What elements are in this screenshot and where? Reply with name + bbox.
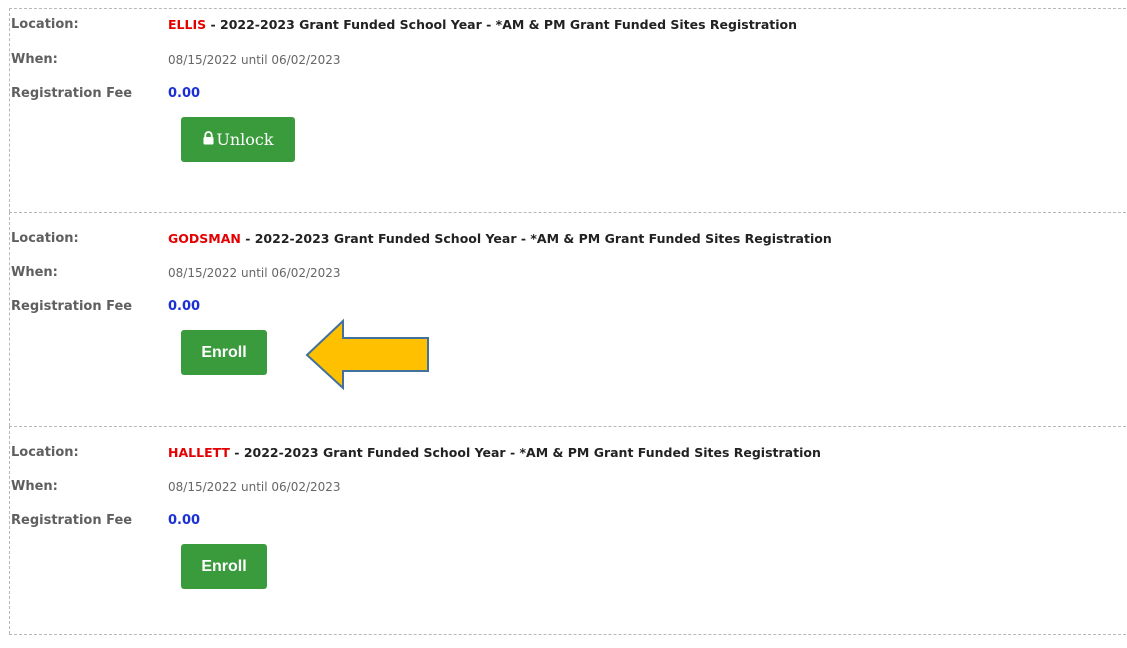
when-label: When: [11, 52, 58, 67]
unlock-button-label: Unlock [216, 130, 274, 149]
registration-fee-value: 0.00 [168, 299, 201, 314]
location-label: Location: [11, 17, 79, 32]
location-name: GODSMAN [168, 231, 241, 246]
location-value: GODSMAN - 2022-2023 Grant Funded School … [168, 229, 832, 249]
when-value: 08/15/2022 until 06/02/2023 [168, 266, 341, 280]
location-description: - 2022-2023 Grant Funded School Year - *… [229, 445, 821, 460]
location-name: HALLETT [168, 445, 230, 460]
left-arrow-icon [305, 318, 429, 390]
session-panel-hallett: Location: HALLETT - 2022-2023 Grant Fund… [9, 426, 1127, 634]
lock-icon [202, 130, 215, 149]
registration-fee-label: Registration Fee [11, 513, 133, 528]
when-value: 08/15/2022 until 06/02/2023 [168, 480, 341, 494]
enroll-button[interactable]: Enroll [181, 330, 267, 375]
bottom-divider [9, 634, 1127, 635]
registration-fee-label: Registration Fee [11, 299, 133, 314]
location-value: HALLETT - 2022-2023 Grant Funded School … [168, 443, 821, 463]
when-value: 08/15/2022 until 06/02/2023 [168, 53, 341, 67]
location-description: - 2022-2023 Grant Funded School Year - *… [206, 17, 798, 32]
location-label: Location: [11, 445, 79, 460]
location-value: ELLIS - 2022-2023 Grant Funded School Ye… [168, 15, 797, 35]
registration-fee-label: Registration Fee [11, 86, 133, 101]
session-panel-godsman: Location: GODSMAN - 2022-2023 Grant Fund… [9, 212, 1127, 426]
location-name: ELLIS [168, 17, 207, 32]
location-description: - 2022-2023 Grant Funded School Year - *… [240, 231, 832, 246]
enroll-button[interactable]: Enroll [181, 544, 267, 589]
enroll-button-label: Enroll [201, 343, 247, 361]
enroll-button-label: Enroll [201, 557, 247, 575]
registration-fee-value: 0.00 [168, 513, 201, 528]
when-label: When: [11, 265, 58, 280]
session-panel-ellis: Location: ELLIS - 2022-2023 Grant Funded… [9, 8, 1127, 212]
unlock-button[interactable]: Unlock [181, 117, 295, 162]
when-label: When: [11, 479, 58, 494]
registration-fee-value: 0.00 [168, 86, 201, 101]
location-label: Location: [11, 231, 79, 246]
